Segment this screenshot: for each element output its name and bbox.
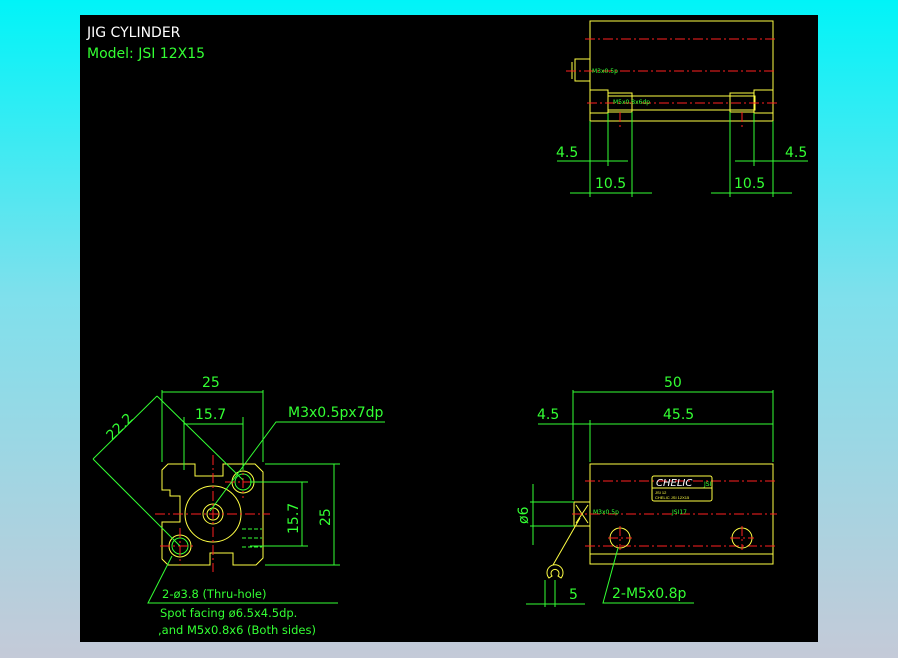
brand-sub: JSI [703,481,712,488]
dim-width-25: 25 [202,375,220,391]
hole-note: 2-ø3.8 (Thru-hole) [162,587,267,601]
dim-left-10-5: 10.5 [595,176,626,192]
dim-diagonal-22-2: 22.2 [104,410,137,443]
mount-thread-note: 2-M5x0.8p [612,586,686,602]
dim-height-25: 25 [318,508,334,526]
thread-note: M3x0.5px7dp [288,405,384,421]
plate-line-2: CHELIC JSI 12X15 [655,495,690,500]
dim-rod-ext-4-5: 4.5 [537,407,559,423]
brand-logo: CHELIC [656,478,692,489]
dim-right-10-5: 10.5 [734,176,765,192]
side-port-label: M3x0.5p [593,509,619,516]
spot-facing-note: Spot facing ø6.5x4.5dp. [160,606,297,620]
top-view: M3x0.5p M5x0.8x6dp 4.5 10.5 4.5 10.5 [556,20,808,197]
dim-length-50: 50 [664,375,682,391]
dim-left-4-5: 4.5 [556,145,578,161]
model-mark: JSI17 [671,509,687,516]
end-view: 25 15.7 22.2 M3x0.5px7dp 15.7 25 2-ø3.8 … [92,375,385,637]
dim-rod-diameter: ø6 [516,506,532,524]
tap-label: M5x0.8x6dp [613,99,650,106]
drawing-title: JIG CYLINDER [86,25,181,41]
dim-pitch-v-15-7: 15.7 [286,503,302,534]
dim-right-4-5: 4.5 [785,145,807,161]
model-label: Model: JSI 12X15 [87,46,205,62]
side-view: CHELIC JSI JSI 12 CHELIC JSI 12X15 M3x0.… [516,375,777,607]
dim-pitch-15-7: 15.7 [195,407,226,423]
port-label: M3x0.5p [592,68,618,75]
dim-body-45-5: 45.5 [663,407,694,423]
cad-drawing-canvas[interactable]: JIG CYLINDER Model: JSI 12X15 M3x0.5p M5… [80,15,818,642]
thread-both-sides-note: ,and M5x0.8x6 (Both sides) [158,623,316,637]
cad-drawing: JIG CYLINDER Model: JSI 12X15 M3x0.5p M5… [86,20,808,637]
dim-wrench-5: 5 [569,587,578,603]
